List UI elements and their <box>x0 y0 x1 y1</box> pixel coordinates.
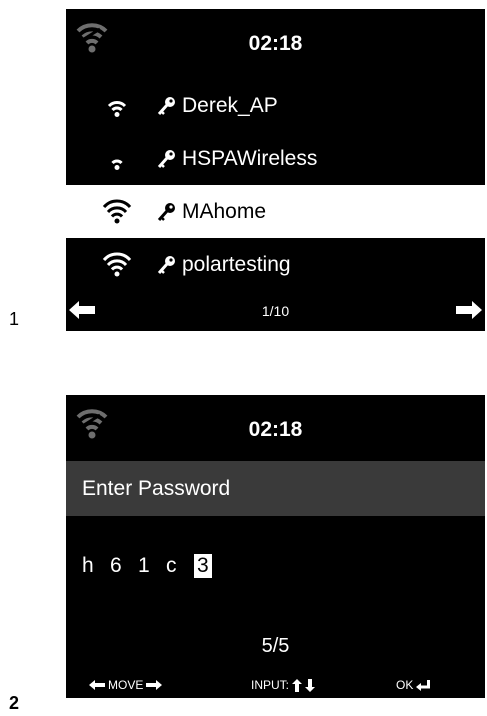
input-label: INPUT: <box>251 678 290 692</box>
character-position: 5/5 <box>261 635 290 657</box>
enter-icon <box>416 679 431 691</box>
key-icon <box>156 148 178 170</box>
controls-hint-bar: MOVE INPUT: OK <box>66 675 485 695</box>
signal-strength-icon <box>102 250 150 280</box>
title-bar: Enter Password <box>66 461 485 516</box>
network-row-selected[interactable]: MAhome <box>66 185 485 238</box>
page-title: Enter Password <box>82 476 231 500</box>
wifi-network-list-screen: 02:18 Derek_AP HSPAWireless MAhome polar… <box>66 9 485 331</box>
signal-strength-icon <box>102 197 150 227</box>
password-cursor-char[interactable]: 3 <box>194 554 212 578</box>
key-icon <box>156 95 178 117</box>
move-label: MOVE <box>108 678 144 692</box>
ok-label: OK <box>396 678 414 692</box>
network-ssid: MAhome <box>182 199 267 223</box>
password-input[interactable]: h 6 1 c 3 <box>82 551 212 581</box>
password-char: c <box>166 554 177 577</box>
status-header: 02:18 <box>66 395 485 461</box>
clock: 02:18 <box>248 32 303 55</box>
signal-strength-icon <box>102 144 150 174</box>
enter-password-screen: 02:18 Enter Password h 6 1 c 3 5/5 MOVE … <box>66 395 485 698</box>
arrow-left-icon <box>89 680 105 690</box>
arrow-right-icon <box>146 680 163 690</box>
step-number-1: 1 <box>9 309 20 329</box>
arrow-down-icon <box>305 678 316 692</box>
arrow-right-icon[interactable] <box>456 301 482 319</box>
move-hint: MOVE <box>89 678 163 692</box>
network-row[interactable]: HSPAWireless <box>66 132 485 185</box>
pager-footer: 1/10 <box>66 291 485 331</box>
network-ssid: Derek_AP <box>182 93 278 117</box>
page-indicator: 1/10 <box>261 303 290 319</box>
key-icon <box>156 201 178 223</box>
password-char: 1 <box>138 554 150 577</box>
network-ssid: HSPAWireless <box>182 146 318 170</box>
ok-hint: OK <box>396 678 431 692</box>
step-number-2: 2 <box>9 693 20 713</box>
network-ssid: polartesting <box>182 252 291 276</box>
network-row[interactable]: Derek_AP <box>66 79 485 132</box>
signal-strength-icon <box>102 91 150 121</box>
status-header: 02:18 <box>66 9 485 77</box>
input-hint: INPUT: <box>251 678 316 692</box>
password-char: 6 <box>110 554 122 577</box>
clock: 02:18 <box>248 418 303 441</box>
arrow-up-icon <box>292 678 303 692</box>
key-icon <box>156 254 178 276</box>
password-char: h <box>82 554 94 577</box>
network-row[interactable]: polartesting <box>66 238 485 291</box>
